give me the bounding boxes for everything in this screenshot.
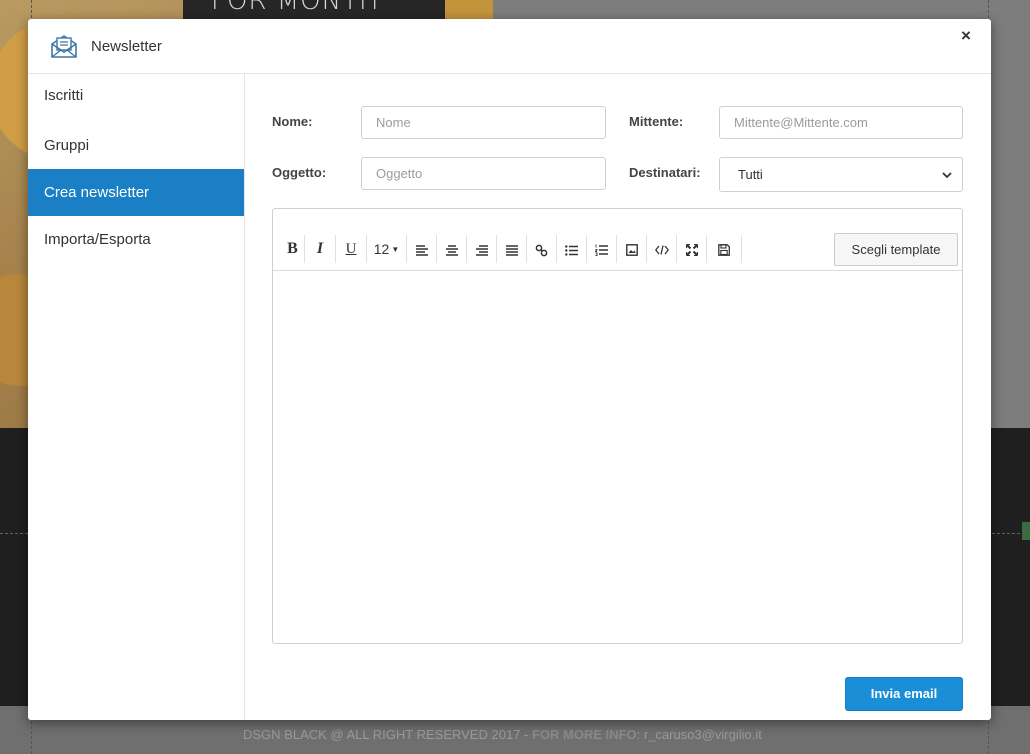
sidebar-item-importa-esporta[interactable]: Importa/Esporta bbox=[28, 216, 244, 263]
code-view-icon[interactable] bbox=[647, 235, 677, 263]
link-icon[interactable] bbox=[527, 235, 557, 263]
mittente-label: Mittente: bbox=[629, 114, 684, 129]
font-size-dropdown[interactable]: 12 ▼ bbox=[367, 235, 407, 263]
destinatari-value: Tutti bbox=[738, 167, 763, 182]
modal-sidebar: Iscritti Gruppi Crea newsletter Importa/… bbox=[28, 74, 245, 720]
underline-button[interactable]: U bbox=[336, 235, 367, 263]
save-icon[interactable] bbox=[707, 235, 742, 263]
sidebar-item-gruppi[interactable]: Gruppi bbox=[28, 122, 244, 169]
sidebar-item-iscritti[interactable]: Iscritti bbox=[28, 74, 244, 122]
destinatari-select[interactable]: Tutti bbox=[719, 157, 963, 192]
italic-button[interactable]: I bbox=[305, 235, 336, 263]
bold-button[interactable]: B bbox=[281, 235, 305, 263]
newsletter-modal: Newsletter × Iscritti Gruppi Crea newsle… bbox=[28, 19, 991, 720]
align-justify-icon[interactable] bbox=[497, 235, 527, 263]
nome-label: Nome: bbox=[272, 114, 313, 129]
oggetto-input[interactable] bbox=[361, 157, 606, 190]
bullet-list-icon[interactable] bbox=[557, 235, 587, 263]
font-size-value: 12 bbox=[373, 241, 390, 257]
background-banner: FOR MONTH bbox=[183, 0, 445, 20]
destinatari-label: Destinatari: bbox=[629, 165, 701, 180]
footer-info-label: FOR MORE INFO bbox=[531, 727, 637, 742]
newsletter-form: Nome: Mittente: Oggetto: Destinatari: Tu… bbox=[245, 74, 991, 720]
modal-header: Newsletter × bbox=[28, 19, 991, 74]
mittente-input[interactable] bbox=[719, 106, 963, 139]
modal-title: Newsletter bbox=[91, 38, 162, 55]
footer-email: : r_caruso3@virgilio.it bbox=[636, 727, 762, 742]
chevron-down-icon bbox=[942, 158, 952, 191]
close-button[interactable]: × bbox=[961, 27, 971, 44]
editor-toolbar: B I U 12 ▼ Scegli template bbox=[273, 209, 962, 271]
footer-text: DSGN BLACK @ ALL RIGHT RESERVED 2017 - F… bbox=[243, 727, 762, 742]
choose-template-button[interactable]: Scegli template bbox=[834, 233, 958, 266]
editor-content-area[interactable] bbox=[273, 271, 962, 643]
background-accent bbox=[1022, 522, 1030, 540]
fullscreen-icon[interactable] bbox=[677, 235, 707, 263]
numbered-list-icon[interactable] bbox=[587, 235, 617, 263]
align-right-icon[interactable] bbox=[467, 235, 497, 263]
sidebar-item-crea-newsletter[interactable]: Crea newsletter bbox=[28, 169, 244, 216]
image-icon[interactable] bbox=[617, 235, 647, 263]
background-banner-text: FOR MONTH bbox=[211, 0, 380, 16]
envelope-icon bbox=[50, 33, 78, 59]
send-email-button[interactable]: Invia email bbox=[845, 677, 963, 711]
oggetto-label: Oggetto: bbox=[272, 165, 327, 180]
nome-input[interactable] bbox=[361, 106, 606, 139]
caret-down-icon: ▼ bbox=[391, 245, 400, 254]
align-left-icon[interactable] bbox=[407, 235, 437, 263]
rich-text-editor: B I U 12 ▼ Scegli template bbox=[272, 208, 963, 644]
align-center-icon[interactable] bbox=[437, 235, 467, 263]
